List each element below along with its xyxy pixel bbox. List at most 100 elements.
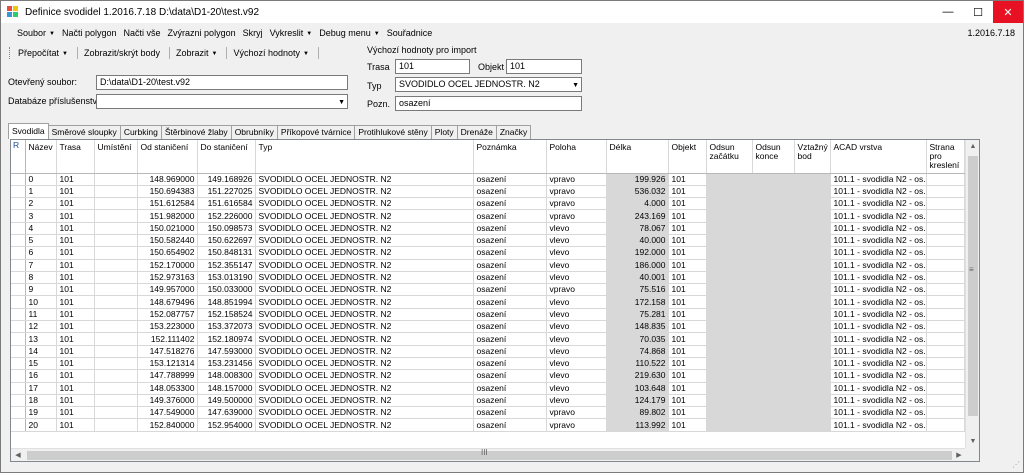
zobrazit-button[interactable]: Zobrazit ▼	[176, 48, 217, 58]
cell-odsun-zacatku[interactable]	[706, 308, 753, 322]
col-header-nazev[interactable]: Název	[25, 140, 57, 174]
cell-poloha[interactable]: vlevo	[546, 394, 607, 408]
cell-vztazny-bod[interactable]	[794, 345, 831, 358]
cell-strana[interactable]	[926, 209, 965, 223]
cell-strana[interactable]	[926, 234, 965, 248]
cell-acad-vrstva[interactable]: 101.1 - svodidla N2 - os...	[830, 173, 927, 186]
cell-do-staniceni[interactable]: 152.180974	[197, 332, 256, 346]
row-header[interactable]	[11, 345, 26, 358]
cell-od-staniceni[interactable]: 151.982000	[137, 209, 198, 223]
row-header[interactable]	[11, 369, 26, 383]
cell-od-staniceni[interactable]: 147.788999	[137, 369, 198, 383]
cell-objekt[interactable]: 101	[668, 173, 707, 186]
cell-nazev[interactable]: 20	[25, 418, 57, 432]
table-row[interactable]: 3 101 151.982000 152.226000 SVODIDLO OCEL JE…	[11, 209, 966, 223]
row-header[interactable]	[11, 197, 26, 211]
row-header[interactable]	[11, 394, 26, 408]
cell-poznamka[interactable]: osazení	[473, 222, 547, 235]
cell-delka[interactable]: 70.035	[606, 332, 669, 346]
cell-vztazny-bod[interactable]	[794, 185, 831, 199]
cell-odsun-konce[interactable]	[752, 345, 795, 358]
col-header-odsun-zacatku[interactable]: Odsun začátku	[706, 140, 753, 174]
cell-vztazny-bod[interactable]	[794, 406, 831, 420]
cell-vztazny-bod[interactable]	[794, 271, 831, 285]
cell-trasa[interactable]: 101	[56, 394, 95, 408]
tab-svodidla[interactable]: Svodidla	[8, 123, 49, 139]
cell-od-staniceni[interactable]: 149.376000	[137, 394, 198, 408]
cell-trasa[interactable]: 101	[56, 332, 95, 346]
cell-poznamka[interactable]: osazení	[473, 295, 547, 309]
cell-odsun-zacatku[interactable]	[706, 320, 753, 334]
cell-strana[interactable]	[926, 271, 965, 285]
cell-poznamka[interactable]: osazení	[473, 197, 547, 211]
cell-acad-vrstva[interactable]: 101.1 - svodidla N2 - os...	[830, 332, 927, 346]
cell-poznamka[interactable]: osazení	[473, 271, 547, 285]
menu-zvyrazni-polygon[interactable]: Zvýrazni polygon	[168, 28, 236, 38]
cell-strana[interactable]	[926, 308, 965, 322]
row-header-corner[interactable]: R	[11, 140, 26, 174]
cell-trasa[interactable]: 101	[56, 345, 95, 358]
cell-delka[interactable]: 74.868	[606, 345, 669, 358]
table-row[interactable]: 19 101 147.549000 147.639000 SVODIDLO OCEL J…	[11, 406, 966, 420]
cell-do-staniceni[interactable]: 149.500000	[197, 394, 256, 408]
row-header[interactable]	[11, 418, 26, 432]
cell-objekt[interactable]: 101	[668, 295, 707, 309]
tab-protihlukove-steny[interactable]: Protihlukové stěny	[354, 125, 432, 139]
cell-nazev[interactable]: 4	[25, 222, 57, 235]
cell-odsun-konce[interactable]	[752, 418, 795, 432]
cell-acad-vrstva[interactable]: 101.1 - svodidla N2 - os...	[830, 222, 927, 235]
row-header[interactable]	[11, 332, 26, 346]
trasa-field[interactable]: 101	[395, 59, 470, 74]
col-header-od-staniceni[interactable]: Od staničení	[137, 140, 198, 174]
cell-od-staniceni[interactable]: 149.957000	[137, 283, 198, 297]
cell-od-staniceni[interactable]: 151.612584	[137, 197, 198, 211]
row-header[interactable]	[11, 259, 26, 272]
cell-typ[interactable]: SVODIDLO OCEL JEDNOSTR. N2	[255, 418, 474, 432]
cell-odsun-konce[interactable]	[752, 222, 795, 235]
cell-odsun-zacatku[interactable]	[706, 332, 753, 346]
cell-umisteni[interactable]	[94, 418, 138, 432]
cell-delka[interactable]: 40.001	[606, 271, 669, 285]
menu-nacti-vse[interactable]: Načti vše	[124, 28, 161, 38]
cell-odsun-zacatku[interactable]	[706, 185, 753, 199]
cell-poznamka[interactable]: osazení	[473, 357, 547, 371]
cell-poloha[interactable]: vlevo	[546, 234, 607, 248]
close-button[interactable]: ✕	[993, 1, 1023, 23]
prepocitat-button[interactable]: Přepočítat ▼	[18, 48, 68, 58]
cell-typ[interactable]: SVODIDLO OCEL JEDNOSTR. N2	[255, 357, 474, 371]
cell-vztazny-bod[interactable]	[794, 173, 831, 186]
cell-nazev[interactable]: 19	[25, 406, 57, 420]
cell-do-staniceni[interactable]: 152.355147	[197, 259, 256, 272]
cell-od-staniceni[interactable]: 148.053300	[137, 382, 198, 395]
cell-do-staniceni[interactable]: 148.008300	[197, 369, 256, 383]
scroll-left-icon[interactable]: ◀	[11, 449, 25, 461]
cell-objekt[interactable]: 101	[668, 308, 707, 322]
cell-typ[interactable]: SVODIDLO OCEL JEDNOSTR. N2	[255, 222, 474, 235]
col-header-strana[interactable]: Strana pro kreslení	[926, 140, 965, 174]
cell-od-staniceni[interactable]: 152.973163	[137, 271, 198, 285]
cell-delka[interactable]: 243.169	[606, 209, 669, 223]
table-row[interactable]: 20 101 152.840000 152.954000 SVODIDLO OCEL J…	[11, 418, 966, 432]
cell-acad-vrstva[interactable]: 101.1 - svodidla N2 - os...	[830, 320, 927, 334]
cell-od-staniceni[interactable]: 152.087757	[137, 308, 198, 322]
cell-typ[interactable]: SVODIDLO OCEL JEDNOSTR. N2	[255, 320, 474, 334]
cell-umisteni[interactable]	[94, 332, 138, 346]
cell-do-staniceni[interactable]: 152.158524	[197, 308, 256, 322]
cell-do-staniceni[interactable]: 153.372073	[197, 320, 256, 334]
cell-delka[interactable]: 78.067	[606, 222, 669, 235]
cell-objekt[interactable]: 101	[668, 246, 707, 260]
cell-trasa[interactable]: 101	[56, 295, 95, 309]
cell-strana[interactable]	[926, 222, 965, 235]
cell-typ[interactable]: SVODIDLO OCEL JEDNOSTR. N2	[255, 382, 474, 395]
table-row[interactable]: 15 101 153.121314 153.231456 SVODIDLO OCEL J…	[11, 357, 966, 371]
cell-do-staniceni[interactable]: 150.098573	[197, 222, 256, 235]
zobrazit-skryt-body-button[interactable]: Zobrazit/skrýt body	[84, 48, 160, 58]
cell-acad-vrstva[interactable]: 101.1 - svodidla N2 - os...	[830, 308, 927, 322]
cell-trasa[interactable]: 101	[56, 369, 95, 383]
table-row[interactable]: 5 101 150.582440 150.622697 SVODIDLO OCEL JE…	[11, 234, 966, 248]
cell-od-staniceni[interactable]: 147.518276	[137, 345, 198, 358]
cell-vztazny-bod[interactable]	[794, 209, 831, 223]
row-header[interactable]	[11, 295, 26, 309]
row-header[interactable]	[11, 320, 26, 334]
cell-poznamka[interactable]: osazení	[473, 382, 547, 395]
